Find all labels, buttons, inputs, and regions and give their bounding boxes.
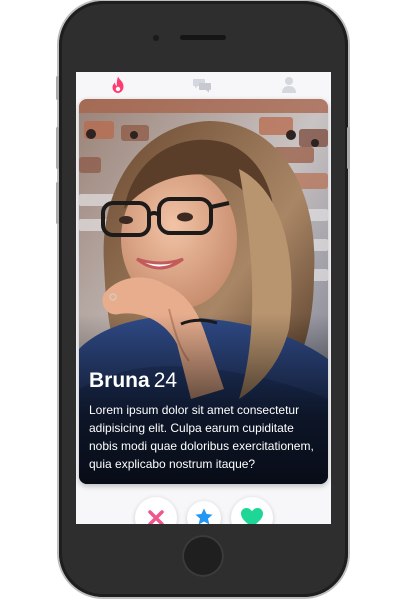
heart-icon [241, 508, 263, 524]
mute-switch [56, 76, 59, 100]
top-navigation [76, 72, 331, 98]
volume-down-button [56, 182, 59, 224]
user-icon[interactable] [279, 75, 299, 95]
profile-bio: Lorem ipsum dolor sit amet consectetur a… [89, 403, 314, 471]
super-like-button[interactable] [187, 501, 221, 524]
profile-info: Bruna 24 Lorem ipsum dolor sit amet conse… [89, 369, 324, 473]
profile-name: Bruna [89, 369, 150, 392]
earpiece-speaker [180, 35, 226, 40]
front-camera [153, 35, 159, 41]
flame-icon[interactable] [108, 75, 128, 95]
app-screen: Bruna 24 Lorem ipsum dolor sit amet conse… [76, 72, 331, 524]
home-button[interactable] [182, 535, 224, 577]
star-icon [195, 508, 213, 524]
volume-up-button [56, 127, 59, 169]
profile-card[interactable]: Bruna 24 Lorem ipsum dolor sit amet conse… [79, 99, 328, 484]
dislike-button[interactable] [135, 497, 177, 524]
like-button[interactable] [231, 497, 273, 524]
profile-heading: Bruna 24 [89, 369, 324, 393]
profile-age: 24 [153, 369, 178, 392]
chat-icon[interactable] [192, 75, 212, 95]
close-icon [148, 510, 164, 524]
power-button [347, 127, 350, 169]
